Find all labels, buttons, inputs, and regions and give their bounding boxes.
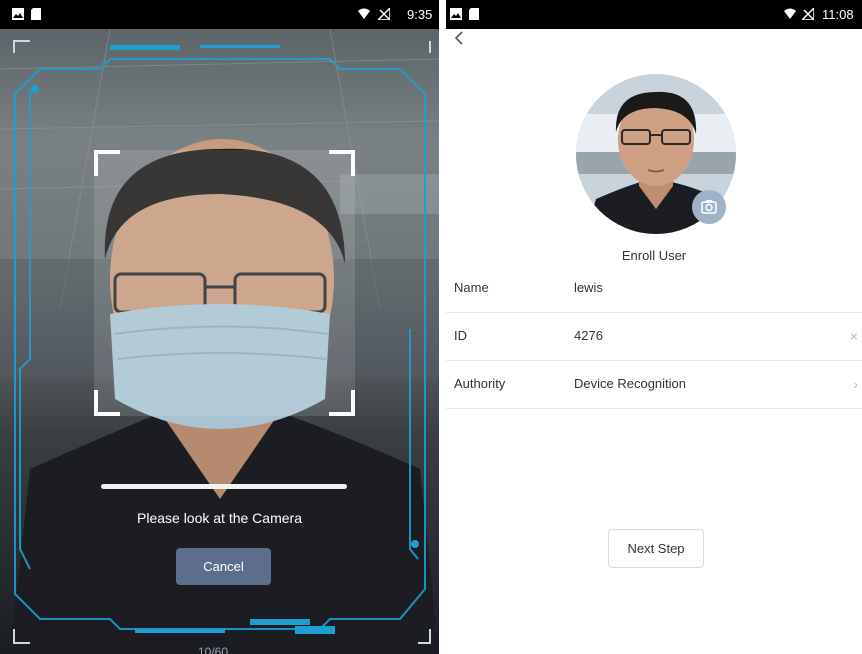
- panel-divider: [439, 0, 446, 654]
- field-row-name[interactable]: Name lewis: [446, 264, 862, 313]
- face-capture-screen: 9:35 Please look at the Camera Cancel 10…: [0, 0, 439, 654]
- id-field[interactable]: 4276: [574, 328, 603, 343]
- wifi-icon: [358, 8, 370, 19]
- camera-prompt: Please look at the Camera: [137, 510, 302, 526]
- page-title: Enroll User: [621, 248, 687, 263]
- field-label: Authority: [454, 376, 506, 391]
- sd-card-icon: [469, 8, 479, 20]
- cancel-button[interactable]: Cancel: [176, 548, 271, 585]
- frame-corner: [329, 150, 355, 176]
- status-bar: 11:08: [446, 0, 862, 29]
- next-step-button[interactable]: Next Step: [608, 529, 704, 568]
- wifi-icon: [784, 8, 796, 19]
- capture-progress-bar: [101, 484, 347, 489]
- capture-counter: 10/60: [198, 645, 229, 654]
- status-bar: 9:35: [0, 0, 439, 29]
- status-time: 11:08: [822, 7, 854, 22]
- authority-value[interactable]: Device Recognition: [574, 376, 686, 391]
- name-field[interactable]: lewis: [574, 280, 603, 295]
- field-label: Name: [454, 280, 489, 295]
- face-detection-box: [94, 150, 355, 416]
- change-photo-button[interactable]: [692, 190, 726, 224]
- image-icon: [450, 8, 462, 20]
- chevron-right-icon[interactable]: ›: [853, 376, 858, 392]
- image-icon: [12, 8, 24, 20]
- frame-corner: [329, 390, 355, 416]
- back-arrow-icon[interactable]: [450, 30, 470, 46]
- field-row-id[interactable]: ID 4276 ×: [446, 312, 862, 361]
- field-label: ID: [454, 328, 467, 343]
- frame-corner: [94, 390, 120, 416]
- no-signal-icon: [378, 8, 390, 20]
- enroll-user-screen: 11:08 Enroll User Name lewis ID 4276 × A…: [446, 0, 862, 654]
- frame-corner: [94, 150, 120, 176]
- camera-icon: [701, 200, 717, 214]
- sd-card-icon: [31, 8, 41, 20]
- clear-icon[interactable]: ×: [850, 328, 858, 344]
- status-time: 9:35: [407, 7, 433, 22]
- no-signal-icon: [802, 8, 814, 20]
- field-row-authority[interactable]: Authority Device Recognition ›: [446, 360, 862, 409]
